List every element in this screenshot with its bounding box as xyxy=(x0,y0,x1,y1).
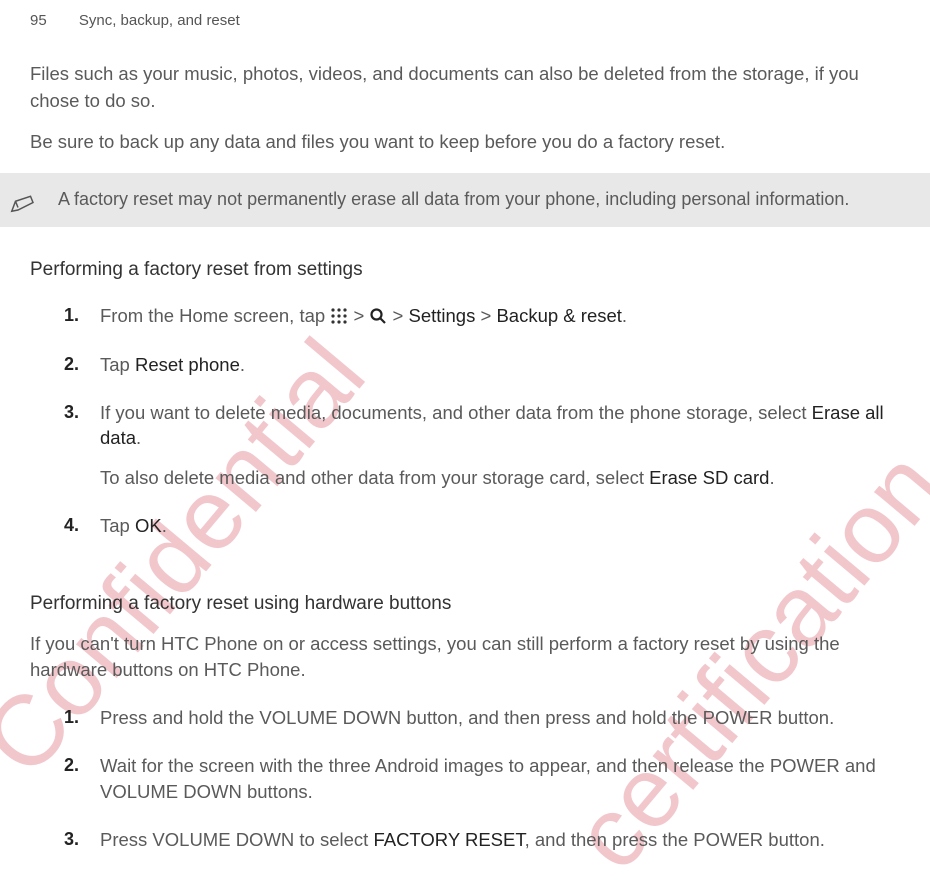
page-number: 95 xyxy=(30,12,47,29)
intro-paragraph-1: Files such as your music, photos, videos… xyxy=(30,61,900,115)
section-heading-hardware: Performing a factory reset using hardwar… xyxy=(0,561,930,615)
step-1-separator-2: > xyxy=(387,305,408,326)
step-4-text-pre: Tap xyxy=(100,515,135,536)
step-3-p1-end: . xyxy=(136,427,141,448)
hw-step-3-pre: Press VOLUME DOWN to select xyxy=(100,829,373,850)
step-1-separator-1: > xyxy=(348,305,369,326)
step-1-end: . xyxy=(622,305,627,326)
hw-step-3-factory-reset: FACTORY RESET xyxy=(373,829,524,850)
note-text: A factory reset may not permanently eras… xyxy=(58,189,849,209)
hw-step-2: Wait for the screen with the three Andro… xyxy=(100,753,900,805)
steps-list-hardware: Press and hold the VOLUME DOWN button, a… xyxy=(0,705,930,853)
steps-list-settings: From the Home screen, tap > > Settings >… xyxy=(0,303,930,540)
step-3-p2-end: . xyxy=(769,467,774,488)
step-3-erase-sd: Erase SD card xyxy=(649,467,769,488)
step-2-reset-phone: Reset phone xyxy=(135,354,240,375)
step-2-end: . xyxy=(240,354,245,375)
step-1-separator-3: > xyxy=(475,305,496,326)
step-2-text-pre: Tap xyxy=(100,354,135,375)
step-3: If you want to delete media, documents, … xyxy=(100,400,900,492)
apps-grid-icon xyxy=(330,304,348,330)
step-3-p1-pre: If you want to delete media, documents, … xyxy=(100,402,812,423)
step-3-p2-pre: To also delete media and other data from… xyxy=(100,467,649,488)
hw-step-3-post: , and then press the POWER button. xyxy=(525,829,825,850)
page-header: 95 Sync, backup, and reset xyxy=(0,0,930,29)
section-heading-settings: Performing a factory reset from settings xyxy=(0,227,930,281)
step-4: Tap OK. xyxy=(100,513,900,539)
header-section-title: Sync, backup, and reset xyxy=(79,12,240,29)
pencil-icon xyxy=(8,187,38,232)
step-4-end: . xyxy=(162,515,167,536)
step-1-text-pre: From the Home screen, tap xyxy=(100,305,330,326)
hw-step-1: Press and hold the VOLUME DOWN button, a… xyxy=(100,705,900,731)
section2-intro: If you can't turn HTC Phone on or access… xyxy=(0,631,930,683)
intro-paragraph-2: Be sure to back up any data and files yo… xyxy=(30,129,900,156)
note-callout: A factory reset may not permanently eras… xyxy=(0,173,930,226)
step-1-backup-reset: Backup & reset xyxy=(496,305,621,326)
step-4-ok: OK xyxy=(135,515,162,536)
step-1-settings: Settings xyxy=(409,305,476,326)
step-2: Tap Reset phone. xyxy=(100,352,900,378)
hw-step-3: Press VOLUME DOWN to select FACTORY RESE… xyxy=(100,827,900,853)
search-icon xyxy=(369,304,387,330)
step-1: From the Home screen, tap > > Settings >… xyxy=(100,303,900,330)
